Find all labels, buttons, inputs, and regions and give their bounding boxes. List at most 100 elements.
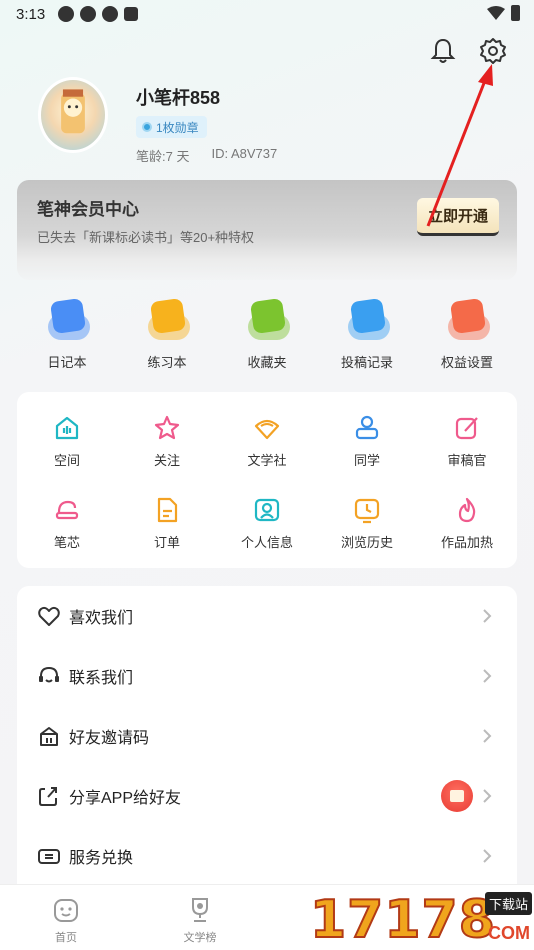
- grid-item-classmates[interactable]: 同学: [317, 400, 417, 482]
- chevron-right-icon: [483, 669, 492, 683]
- chevron-right-icon: [483, 849, 492, 863]
- avatar-image: [61, 89, 85, 134]
- grid-item-reviewer[interactable]: 审稿官: [417, 400, 517, 482]
- benefits-icon: [444, 296, 490, 342]
- status-bar: 3:13: [0, 0, 534, 30]
- home-icon: [54, 899, 78, 922]
- writing-age: 笔龄:7 天: [136, 149, 190, 164]
- diary-icon: [44, 296, 90, 342]
- order-icon: [157, 497, 178, 522]
- site-watermark-logo: 17178 下载站 COM: [306, 884, 534, 950]
- grid-item-label: 作品加热: [440, 534, 493, 550]
- menu-item-label: 服务兑换: [69, 850, 134, 867]
- quick-action-label: 投稿记录: [340, 355, 393, 370]
- grid-item-label: 笔芯: [53, 534, 80, 550]
- space-icon: [55, 416, 79, 439]
- watermark-domain: COM: [488, 923, 530, 943]
- battery-icon: [511, 5, 520, 21]
- share-icon: [39, 787, 57, 806]
- menu-item-label: 联系我们: [69, 670, 134, 687]
- user-meta: 笔龄:7 天 ID: A8V737: [136, 146, 277, 165]
- follow-icon: [154, 415, 180, 439]
- menu-item-like-us[interactable]: 喜欢我们: [17, 586, 517, 646]
- vip-subtitle: 已失去「新课标必读书」等20+种特权: [37, 230, 255, 245]
- menu-item-redeem[interactable]: 服务兑换: [17, 826, 517, 886]
- feature-grid-card: 空间 关注 文学社 同学 审稿官 笔芯 订单 个人信息 浏览历史 作品加热: [17, 392, 517, 568]
- grid-item-label: 订单: [153, 534, 180, 550]
- favorites-icon: [244, 296, 290, 342]
- medal-count: 1枚勋章: [156, 120, 199, 135]
- avatar[interactable]: [38, 77, 108, 153]
- classmates-icon: [355, 415, 379, 439]
- grid-item-order[interactable]: 订单: [117, 482, 217, 564]
- quick-action-favorites[interactable]: 收藏夹: [217, 296, 317, 376]
- grid-item-label: 浏览历史: [340, 534, 393, 550]
- quick-action-diary[interactable]: 日记本: [17, 296, 117, 376]
- quick-action-submissions[interactable]: 投稿记录: [317, 296, 417, 376]
- quick-action-benefits[interactable]: 权益设置: [417, 296, 517, 376]
- trophy-icon: [192, 898, 208, 922]
- grid-item-follow[interactable]: 关注: [117, 400, 217, 482]
- user-name: 小笔杆858: [136, 88, 221, 108]
- menu-item-invite-code[interactable]: 好友邀请码: [17, 706, 517, 766]
- grid-item-label: 同学: [353, 452, 380, 468]
- tab-home[interactable]: 首页: [26, 895, 106, 945]
- grid-item-literary-club[interactable]: 文学社: [217, 400, 317, 482]
- grid-item-label: 审稿官: [447, 452, 487, 468]
- boost-icon: [458, 497, 476, 522]
- history-icon: [354, 498, 380, 523]
- tab-label: 首页: [55, 932, 77, 944]
- headset-icon: [39, 666, 59, 683]
- invite-code-icon: [40, 727, 58, 746]
- tab-literary-ranking[interactable]: 文学榜: [160, 895, 240, 945]
- menu-item-label: 分享APP给好友: [69, 790, 182, 807]
- app-notification-icon: [124, 7, 138, 21]
- vip-card[interactable]: 笔神会员中心 已失去「新课标必读书」等20+种特权 立即开通: [17, 180, 517, 280]
- quick-action-label: 权益设置: [440, 355, 493, 370]
- medal-badge[interactable]: 1枚勋章: [136, 116, 207, 138]
- quick-action-label: 练习本: [147, 355, 187, 370]
- vip-title: 笔神会员中心: [37, 200, 139, 219]
- app-notification-icon: [58, 6, 74, 22]
- menu-item-label: 好友邀请码: [69, 730, 150, 747]
- heart-icon: [38, 606, 60, 626]
- reviewer-icon: [455, 416, 478, 439]
- gift-icon: [441, 780, 473, 812]
- grid-item-label: 空间: [53, 452, 80, 468]
- grid-item-boost[interactable]: 作品加热: [417, 482, 517, 564]
- watermark-tag: 下载站: [484, 892, 532, 915]
- menu-item-share-app[interactable]: 分享APP给好友: [17, 766, 517, 826]
- quick-action-label: 日记本: [47, 355, 87, 370]
- menu-list: 喜欢我们 联系我们 好友邀请码 分享APP给好友 服务兑换: [17, 586, 517, 886]
- wifi-icon: [487, 6, 505, 20]
- exercise-book-icon: [144, 296, 190, 342]
- open-vip-button[interactable]: 立即开通: [417, 198, 499, 236]
- quick-actions: 日记本 练习本 收藏夹 投稿记录 权益设置: [17, 296, 517, 376]
- bell-icon[interactable]: [428, 36, 458, 66]
- submission-icon: [344, 296, 390, 342]
- app-notification-icon: [102, 6, 118, 22]
- quick-action-label: 收藏夹: [247, 355, 287, 370]
- quick-action-exercise-book[interactable]: 练习本: [117, 296, 217, 376]
- gear-icon[interactable]: [478, 36, 508, 66]
- literary-club-icon: [254, 419, 280, 439]
- chevron-right-icon: [483, 789, 492, 803]
- grid-item-label: 关注: [153, 452, 180, 468]
- system-icons: [487, 5, 520, 21]
- grid-item-history[interactable]: 浏览历史: [317, 482, 417, 564]
- chevron-right-icon: [483, 729, 492, 743]
- user-id: ID: A8V737: [211, 146, 278, 161]
- grid-item-label: 个人信息: [240, 534, 293, 550]
- grid-item-space[interactable]: 空间: [17, 400, 117, 482]
- personal-info-icon: [254, 498, 280, 521]
- grid-item-pen-refill[interactable]: 笔芯: [17, 482, 117, 564]
- menu-item-contact-us[interactable]: 联系我们: [17, 646, 517, 706]
- pen-refill-icon: [55, 500, 79, 519]
- grid-item-personal-info[interactable]: 个人信息: [217, 482, 317, 564]
- notification-icons: [58, 6, 138, 22]
- status-time: 3:13: [16, 6, 46, 23]
- tab-label: 文学榜: [183, 932, 217, 944]
- chevron-right-icon: [483, 609, 492, 623]
- redeem-icon: [38, 849, 60, 864]
- medal-icon: [142, 122, 152, 132]
